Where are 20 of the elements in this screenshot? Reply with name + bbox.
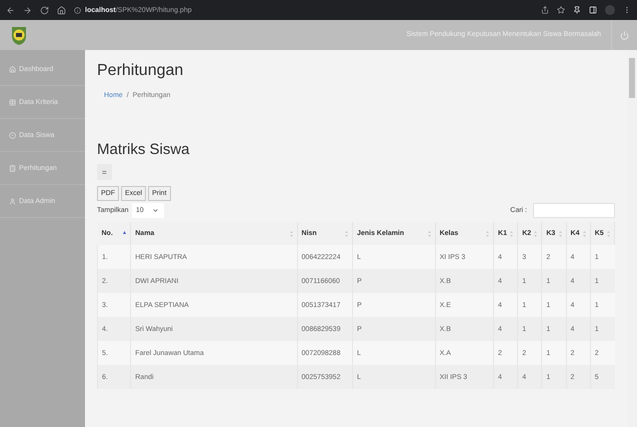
home-icon[interactable] bbox=[57, 6, 66, 14]
school-logo-icon bbox=[10, 24, 28, 46]
calculator-icon bbox=[9, 164, 16, 172]
pin-icon[interactable] bbox=[573, 6, 581, 14]
table-icon bbox=[9, 98, 16, 106]
bookmark-star-icon[interactable] bbox=[557, 6, 565, 14]
reload-icon[interactable] bbox=[40, 6, 49, 14]
back-icon[interactable] bbox=[6, 6, 15, 14]
circle-icon bbox=[9, 132, 16, 138]
home-icon bbox=[9, 66, 16, 72]
chevron-down-icon bbox=[152, 207, 160, 214]
forward-icon[interactable] bbox=[23, 6, 32, 14]
user-icon bbox=[9, 198, 16, 204]
section-title: Matriks Siswa bbox=[97, 141, 191, 158]
collapse-button[interactable]: = bbox=[97, 164, 112, 180]
search-field[interactable] bbox=[533, 203, 615, 218]
share-icon[interactable] bbox=[541, 6, 549, 14]
side-panel-icon[interactable] bbox=[589, 6, 597, 14]
page-title: Perhitungan bbox=[97, 62, 184, 80]
scrollbar-thumb[interactable] bbox=[629, 58, 635, 98]
